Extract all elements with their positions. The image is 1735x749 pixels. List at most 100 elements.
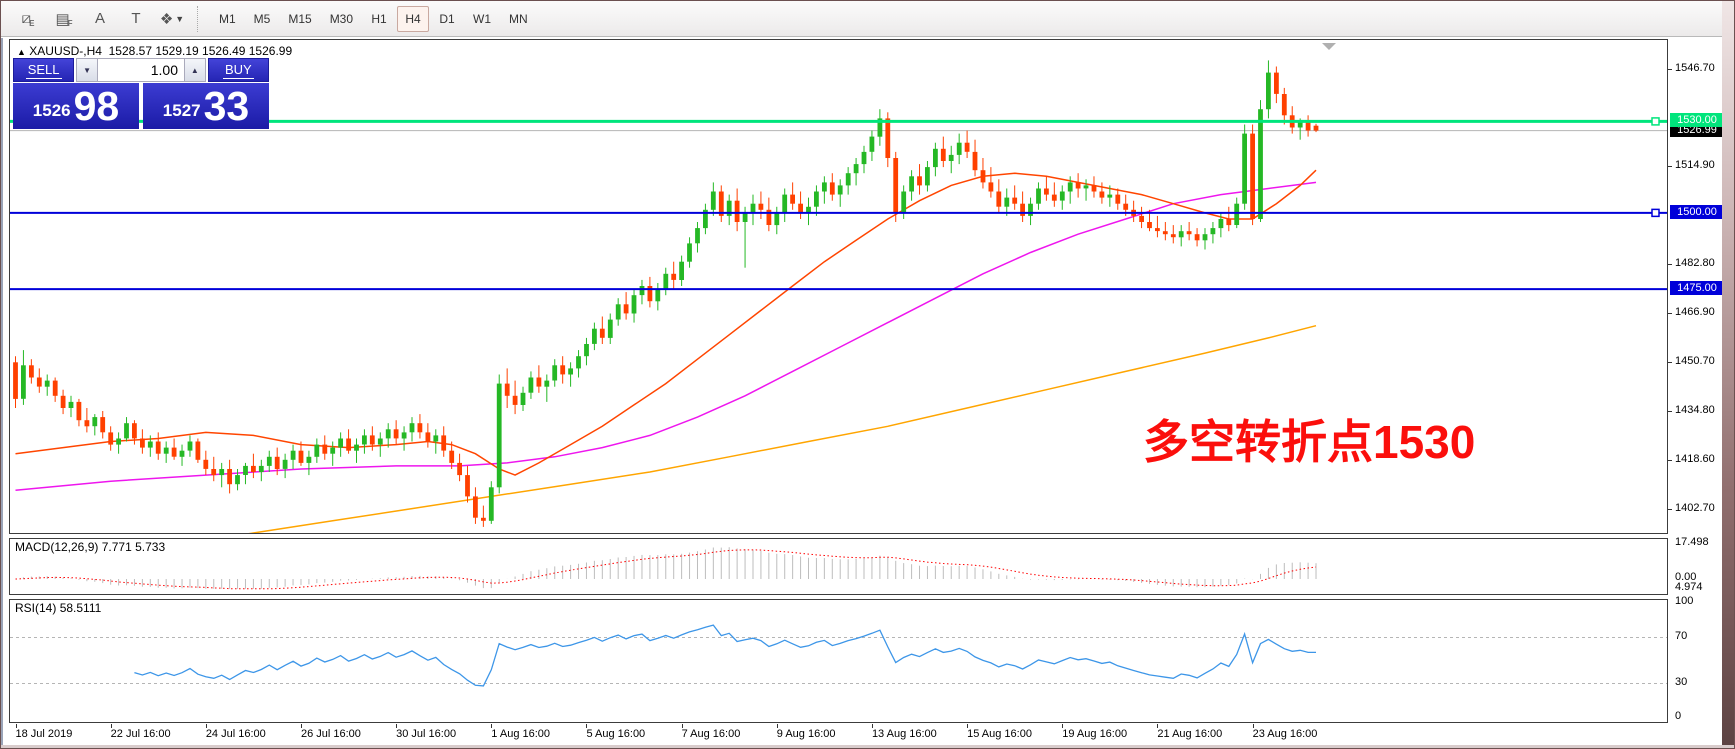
dropdown-caret-icon[interactable]: ▼	[175, 14, 184, 24]
axis-tick	[1668, 264, 1672, 265]
macd-indicator-label: MACD(12,26,9) 7.771 5.733	[15, 540, 165, 554]
line-drag-handle[interactable]	[1652, 209, 1659, 216]
timeframe-d1[interactable]: D1	[431, 6, 463, 32]
timeframe-m15[interactable]: M15	[280, 6, 319, 32]
timeframe-m1[interactable]: M1	[211, 6, 244, 32]
one-click-trade-panel: SELL ▼ ▲ BUY 1526 98 1527 33	[13, 58, 269, 129]
timeframe-buttons: M1M5M15M30H1H4D1W1MN	[211, 6, 538, 32]
rsi-name: RSI(14)	[15, 601, 56, 615]
chart-window: ▲ XAUUSD-,H4 1528.57 1529.19 1526.49 152…	[1, 38, 1724, 749]
symbol-header: ▲ XAUUSD-,H4 1528.57 1529.19 1526.49 152…	[17, 44, 292, 58]
date-label: 19 Aug 16:00	[1062, 728, 1127, 740]
date-label: 9 Aug 16:00	[777, 728, 836, 740]
date-label: 5 Aug 16:00	[586, 728, 645, 740]
date-label: 13 Aug 16:00	[872, 728, 937, 740]
support-line-1500-price-label: 1500.00	[1670, 205, 1724, 219]
axis-tick	[1668, 362, 1672, 363]
timeframe-m5[interactable]: M5	[246, 6, 279, 32]
rsi-indicator-label: RSI(14) 58.5111	[15, 601, 101, 615]
buy-button-label: BUY	[223, 62, 254, 79]
sell-button-label: SELL	[26, 62, 62, 79]
timeframe-mn[interactable]: MN	[501, 6, 536, 32]
text-icon[interactable]: A	[83, 5, 117, 33]
lot-size-input[interactable]	[98, 58, 184, 82]
sell-button[interactable]: SELL	[13, 58, 74, 82]
mt4-application: ⧄E▤FAT❖▼ M1M5M15M30H1H4D1W1MN ▲ XAUUSD-,…	[0, 0, 1735, 749]
date-label: 18 Jul 2019	[16, 728, 73, 740]
price-tick-label: 1434.80	[1675, 404, 1715, 416]
price-tick-label: 1466.90	[1675, 306, 1715, 318]
macd-current-values: 7.771 5.733	[102, 540, 165, 554]
axis-tick	[1668, 411, 1672, 412]
date-label: 30 Jul 16:00	[396, 728, 456, 740]
axis-tick	[1668, 69, 1672, 70]
date-axis[interactable]: 18 Jul 2019 22 Jul 16:00 24 Jul 16:00 26 Ju…	[9, 724, 1668, 747]
rsi-axis-label: 100	[1675, 595, 1693, 607]
price-axis[interactable]: 1546.70 1514.90 1482.80 1466.90 1450.70 1434.…	[1668, 39, 1726, 747]
ma-mid-magenta	[16, 182, 1317, 490]
buy-price-major: 1527	[163, 101, 201, 121]
price-tick-label: 1546.70	[1675, 62, 1715, 74]
sell-quote-button[interactable]: 1526 98	[13, 83, 139, 129]
label-icon[interactable]: T	[119, 5, 153, 33]
axis-tick	[1668, 460, 1672, 461]
date-label: 26 Jul 16:00	[301, 728, 361, 740]
rsi-pane[interactable]	[9, 599, 1668, 723]
date-label: 15 Aug 16:00	[967, 728, 1032, 740]
lot-increase-button[interactable]: ▲	[184, 58, 206, 82]
rsi-axis-label: 0	[1675, 710, 1681, 722]
price-tick-label: 1514.90	[1675, 159, 1715, 171]
date-label: 24 Jul 16:00	[206, 728, 266, 740]
timeframe-h1[interactable]: H1	[363, 6, 395, 32]
pivot-line-1530-price-label: 1530.00	[1670, 113, 1724, 127]
buy-quote-button[interactable]: 1527 33	[143, 83, 269, 129]
macd-axis-label: 4.974	[1675, 581, 1703, 593]
rsi-chart[interactable]	[10, 600, 1667, 722]
spin-down-icon: ▼	[83, 66, 91, 75]
support-line-1500[interactable]	[10, 209, 1667, 216]
macd-axis-label: 17.498	[1675, 536, 1709, 548]
scroll-end-marker-icon	[1322, 43, 1336, 50]
buy-price-pips: 33	[204, 88, 250, 125]
axis-tick	[1668, 509, 1672, 510]
timeframe-w1[interactable]: W1	[465, 6, 499, 32]
drawing-tools: ⧄E▤FAT❖▼	[11, 5, 191, 33]
macd-pane[interactable]	[9, 538, 1668, 595]
price-tick-label: 1450.70	[1675, 355, 1715, 367]
window-bottom-border	[1, 745, 1735, 748]
lot-decrease-button[interactable]: ▼	[76, 58, 98, 82]
ohlc-values: 1528.57 1529.19 1526.49 1526.99	[109, 44, 293, 58]
timeframe-m30[interactable]: M30	[322, 6, 361, 32]
date-label: 7 Aug 16:00	[682, 728, 741, 740]
axis-tick	[1668, 313, 1672, 314]
rsi-line	[134, 625, 1316, 686]
price-tick-label: 1402.70	[1675, 502, 1715, 514]
rsi-axis-label: 70	[1675, 630, 1687, 642]
date-label: 21 Aug 16:00	[1157, 728, 1222, 740]
rsi-current-value: 58.5111	[60, 601, 102, 615]
line-drag-handle[interactable]	[1652, 118, 1659, 125]
sell-price-major: 1526	[33, 101, 71, 121]
sell-price-pips: 98	[74, 88, 120, 125]
arrows-icon[interactable]: ❖▼	[155, 5, 189, 33]
symbol-name: XAUUSD-,H4	[29, 44, 102, 58]
date-label: 1 Aug 16:00	[491, 728, 550, 740]
axis-tick	[1668, 166, 1672, 167]
macd-chart[interactable]	[10, 539, 1667, 594]
price-tick-label: 1482.80	[1675, 257, 1715, 269]
toolbar: ⧄E▤FAT❖▼ M1M5M15M30H1H4D1W1MN	[1, 1, 1735, 37]
collapse-arrow-icon[interactable]: ▲	[17, 47, 26, 57]
date-label: 22 Jul 16:00	[111, 728, 171, 740]
rsi-axis-label: 30	[1675, 676, 1687, 688]
macd-name: MACD(12,26,9)	[15, 540, 98, 554]
chart-text-annotation: 多空转折点1530	[1143, 406, 1475, 472]
spin-up-icon: ▲	[191, 66, 199, 75]
draw-channel-icon[interactable]: ⧄E	[11, 5, 45, 33]
fibonacci-icon[interactable]: ▤F	[47, 5, 81, 33]
toolbar-separator	[197, 6, 203, 32]
timeframe-h4[interactable]: H4	[397, 6, 429, 32]
support-line-1475-price-label: 1475.00	[1670, 281, 1724, 295]
buy-button[interactable]: BUY	[208, 58, 269, 82]
price-tick-label: 1418.60	[1675, 453, 1715, 465]
date-label: 23 Aug 16:00	[1253, 728, 1318, 740]
